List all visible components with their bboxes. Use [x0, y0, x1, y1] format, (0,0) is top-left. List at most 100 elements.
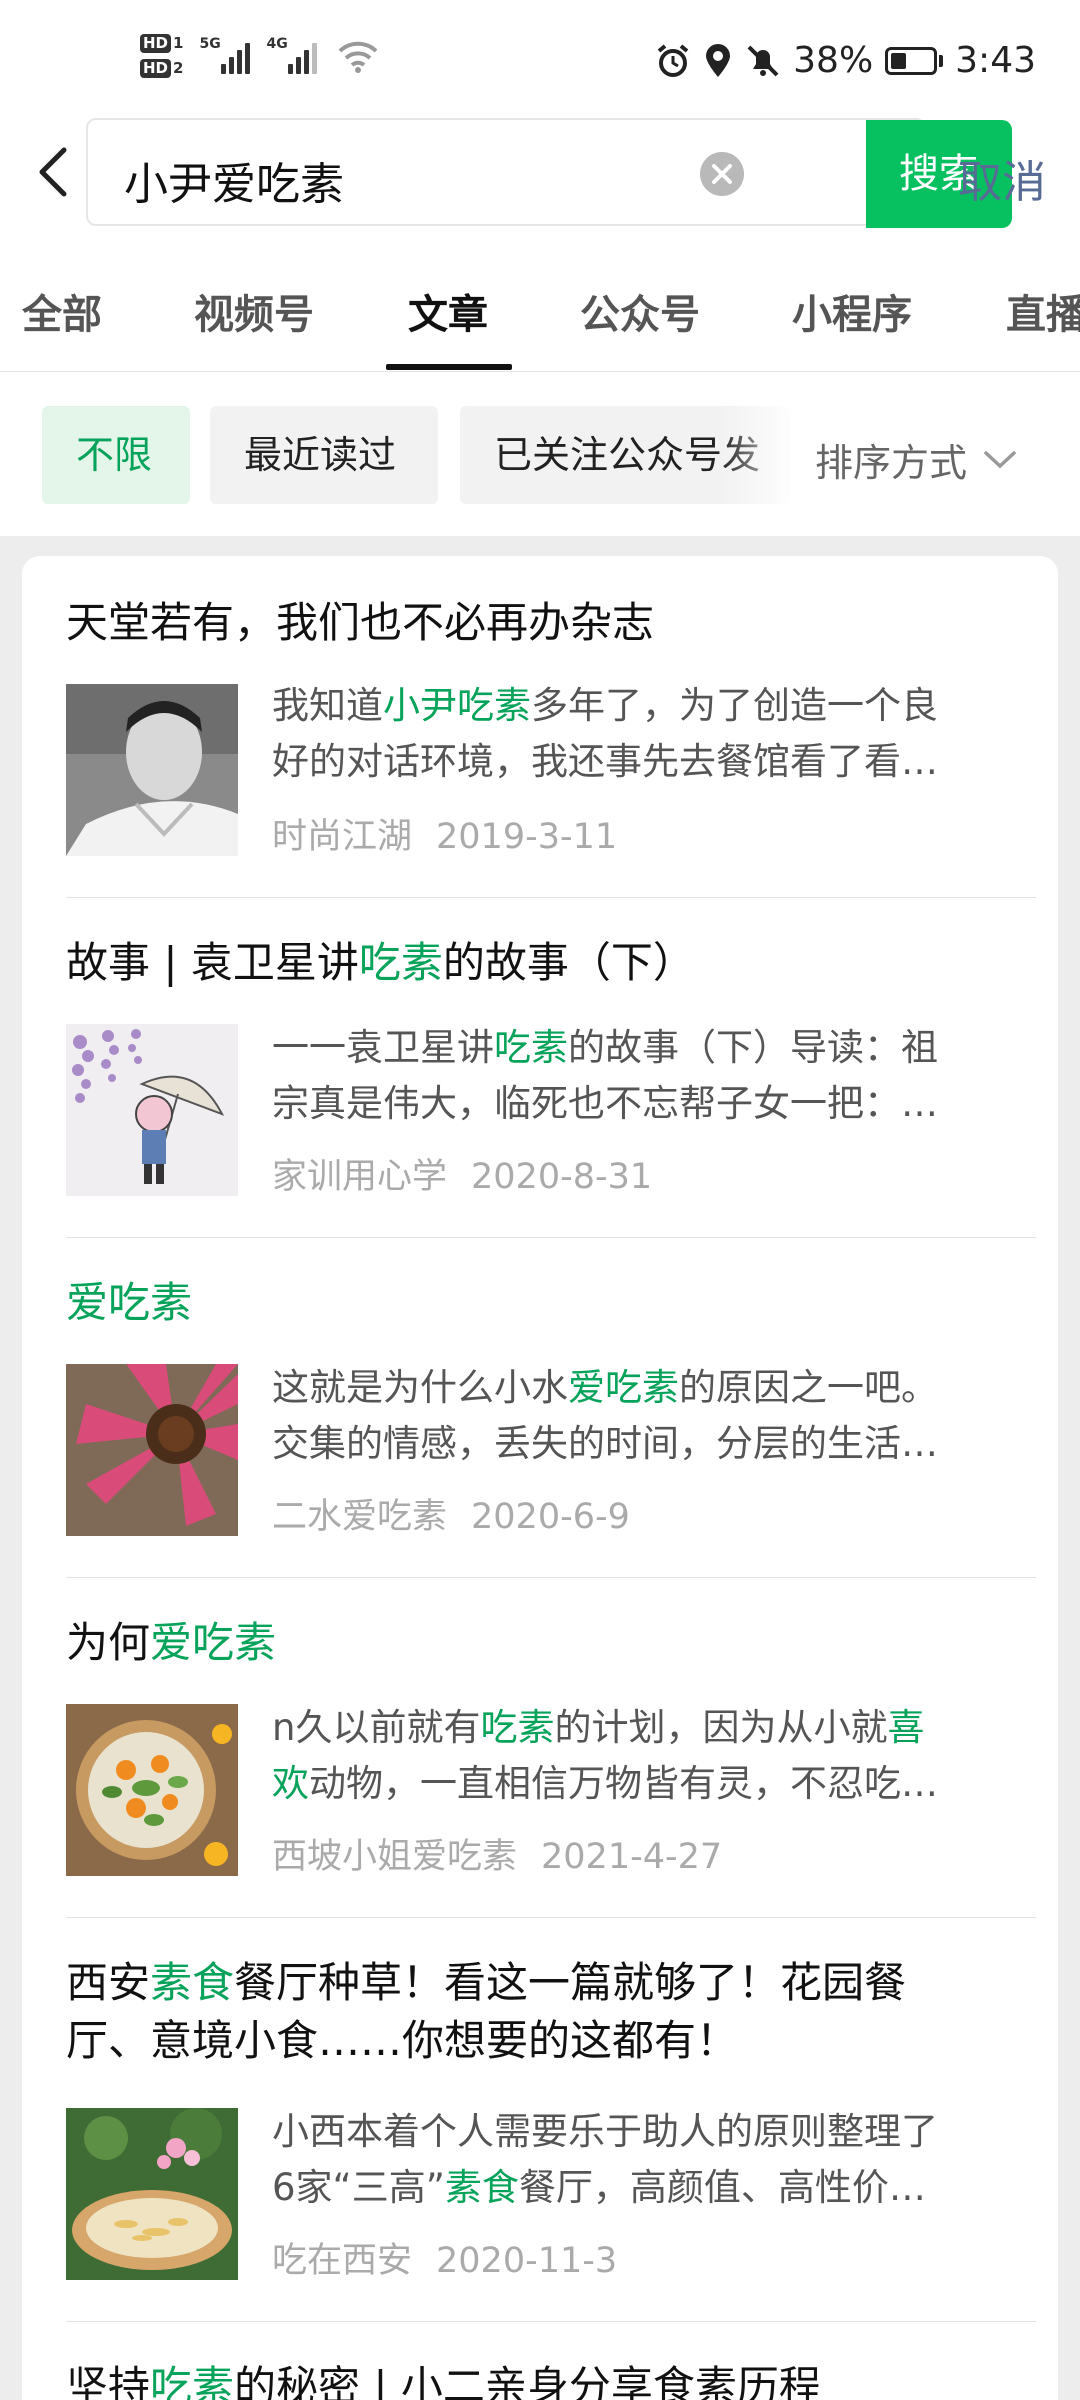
text-segment: 好的对话环境，我还事先去餐馆看了看… [272, 740, 938, 783]
result-item[interactable]: 坚持吃素的秘密 | 小二亲身分享食素历程 [66, 2322, 1036, 2400]
text-segment: 厅、意境小食……你想要的这都有！ [66, 2016, 739, 2065]
text-segment: 为何 [66, 1618, 151, 1667]
result-date: 2020-11-3 [436, 2241, 618, 2281]
keyword-highlight: 吃素 [150, 2362, 235, 2400]
result-snippet: 这就是为什么小水爱吃素的原因之一吧。 交集的情感，丢失的时间，分层的生活… [272, 1360, 1012, 1472]
result-title: 爱吃素 [66, 1272, 192, 1334]
battery-icon [885, 46, 944, 75]
result-meta: 时尚江湖 2019-3-11 [272, 808, 617, 859]
keyword-highlight: 素食 [444, 2166, 519, 2209]
keyword-highlight: 吃素 [494, 1026, 568, 1069]
tab-articles[interactable]: 文章 [408, 282, 488, 340]
result-title: 坚持吃素的秘密 | 小二亲身分享食素历程 [66, 2356, 821, 2400]
text-segment: 西安 [66, 1958, 151, 2007]
keyword-highlight: 爱吃素 [150, 1618, 277, 1667]
active-tab-indicator [386, 364, 512, 370]
filter-chip-unlimited[interactable]: 不限 [42, 406, 190, 504]
text-segment: n久以前就有 [272, 1706, 481, 1749]
battery-percent: 38% [793, 40, 874, 81]
result-source[interactable]: 西坡小姐爱吃素 [272, 1837, 517, 1877]
keyword-highlight: 素食 [150, 1958, 235, 2007]
status-bar: HD 1 HD 2 5G 4G 38% 3:43 [0, 0, 1080, 118]
result-item[interactable]: 西安素食餐厅种草！看这一篇就够了！花园餐 厅、意境小食……你想要的这都有！ 小西… [66, 1918, 1036, 2322]
text-segment: 坚持 [66, 2362, 151, 2400]
clear-icon[interactable] [700, 152, 744, 196]
search-input[interactable]: 小尹爱吃素 搜索 [86, 118, 1012, 228]
clock: 3:43 [955, 40, 1036, 81]
result-date: 2020-8-31 [471, 1157, 653, 1197]
alarm-icon [657, 43, 689, 77]
result-source[interactable]: 吃在西安 [272, 2241, 412, 2281]
text-segment: 一一袁卫星讲 [272, 1026, 494, 1069]
hd-sim2-badge: HD 2 [140, 59, 183, 78]
search-query[interactable]: 小尹爱吃素 [124, 148, 344, 212]
filter-chip-recently-read[interactable]: 最近读过 [210, 406, 438, 504]
chip-fade [720, 406, 800, 504]
result-source[interactable]: 时尚江湖 [272, 817, 412, 857]
text-segment: 餐厅，高颜值、高性价… [518, 2166, 926, 2209]
result-source[interactable]: 家训用心学 [272, 1157, 447, 1197]
signal-4g-icon: 4G [266, 36, 318, 74]
result-title: 西安素食餐厅种草！看这一篇就够了！花园餐 [66, 1952, 906, 2014]
result-snippet: n久以前就有吃素的计划，因为从小就喜 欢动物，一直相信万物皆有灵，不忍吃… [272, 1700, 1012, 1812]
tab-mini-programs[interactable]: 小程序 [792, 282, 912, 340]
result-thumbnail [66, 684, 238, 856]
cancel-button[interactable]: 取消 [958, 146, 1046, 210]
text-segment: 这就是为什么小水 [272, 1366, 568, 1409]
text-segment: 的原因之一吧。 [679, 1366, 938, 1409]
filter-bar: 不限 最近读过 已关注公众号发 排序方式 [0, 372, 1080, 536]
network-status: HD 1 HD 2 5G 4G [140, 34, 379, 78]
text-segment: 多年了，为了创造一个良 [531, 684, 938, 727]
tab-official-accounts[interactable]: 公众号 [580, 282, 700, 340]
result-thumbnail [66, 1024, 238, 1196]
result-meta: 二水爱吃素 2020-6-9 [272, 1488, 630, 1539]
text-segment: 我知道 [272, 684, 383, 727]
keyword-highlight: 欢 [272, 1762, 309, 1805]
results-list: 天堂若有，我们也不必再办杂志 我知道小尹吃素多年了，为了创造一个良 好的对话环境… [22, 556, 1058, 2400]
back-icon[interactable] [30, 144, 80, 200]
signal-5g-icon: 5G [199, 36, 251, 74]
text-segment: 餐厅种草！看这一篇就够了！花园餐 [234, 1958, 907, 2007]
result-meta: 家训用心学 2020-8-31 [272, 1148, 652, 1199]
tab-all[interactable]: 全部 [22, 282, 102, 340]
text-segment: 的计划，因为从小就 [554, 1706, 888, 1749]
result-snippet: 一一袁卫星讲吃素的故事（下）导读：祖 宗真是伟大，临死也不忘帮子女一把：… [272, 1020, 1012, 1132]
keyword-highlight: 爱吃素 [568, 1366, 679, 1409]
result-snippet: 小西本着个人需要乐于助人的原则整理了 6家“三高”素食餐厅，高颜值、高性价… [272, 2104, 1012, 2216]
keyword-highlight: 喜 [887, 1706, 925, 1749]
mute-icon [747, 45, 779, 76]
text-segment: 交集的情感，丢失的时间，分层的生活… [272, 1422, 938, 1465]
result-item[interactable]: 天堂若有，我们也不必再办杂志 我知道小尹吃素多年了，为了创造一个良 好的对话环境… [66, 556, 1036, 898]
category-tabs: 全部 视频号 文章 公众号 小程序 直播 [0, 232, 1080, 372]
result-title: 天堂若有，我们也不必再办杂志 [66, 592, 654, 654]
sort-dropdown[interactable]: 排序方式 [815, 432, 1017, 487]
keyword-highlight: 吃素 [480, 1706, 555, 1749]
result-date: 2021-4-27 [541, 1837, 723, 1877]
tab-channels[interactable]: 视频号 [194, 282, 314, 340]
hd-sim1-badge: HD 1 [140, 34, 183, 53]
result-meta: 西坡小姐爱吃素 2021-4-27 [272, 1828, 722, 1879]
result-thumbnail [66, 2108, 238, 2280]
text-segment: 的故事（下）导读：祖 [568, 1026, 938, 1069]
tab-live[interactable]: 直播 [1006, 282, 1080, 340]
result-source[interactable]: 二水爱吃素 [272, 1497, 447, 1537]
text-segment: 动物，一直相信万物皆有灵，不忍吃… [309, 1762, 938, 1805]
keyword-highlight: 爱吃素 [66, 1278, 193, 1327]
keyword-highlight: 吃素 [358, 938, 443, 987]
result-item[interactable]: 故事 | 袁卫星讲吃素的故事（下） 一一袁卫星讲吃素的故事（下）导读：祖 宗真是… [66, 898, 1036, 1238]
result-title: 为何爱吃素 [66, 1612, 276, 1674]
result-item[interactable]: 为何爱吃素 n久以前就有吃素的计划，因为从小就喜 欢动物，一直相信万物皆有灵，不… [66, 1578, 1036, 1918]
keyword-highlight: 小尹吃素 [383, 684, 531, 727]
text-segment: 的故事（下） [442, 938, 695, 987]
result-date: 2019-3-11 [436, 817, 618, 857]
sort-label: 排序方式 [815, 441, 968, 485]
result-snippet: 我知道小尹吃素多年了，为了创造一个良 好的对话环境，我还事先去餐馆看了看… [272, 678, 1012, 790]
text-segment: 6家“三高” [272, 2166, 445, 2209]
text-segment: 故事 | 袁卫星讲 [66, 938, 359, 987]
result-thumbnail [66, 1704, 238, 1876]
result-item[interactable]: 爱吃素 这就是为什么小水爱吃素的原因之一吧。 交集的情感，丢失的时间，分层的生活… [66, 1238, 1036, 1578]
text-segment: 的秘密 | 小二亲身分享食素历程 [234, 2362, 821, 2400]
result-title: 故事 | 袁卫星讲吃素的故事（下） [66, 932, 695, 994]
chevron-down-icon [984, 450, 1016, 468]
location-icon [706, 43, 731, 77]
